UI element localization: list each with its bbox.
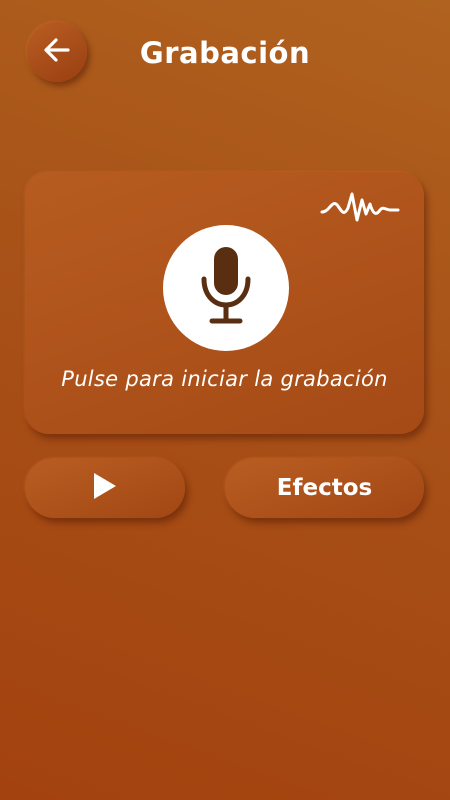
record-hint: Pulse para iniciar la grabación [61, 367, 388, 391]
microphone-icon [196, 243, 256, 334]
sound-wave-icon [320, 186, 400, 231]
record-panel[interactable]: Pulse para iniciar la grabación [25, 172, 424, 434]
page-title: Grabación [139, 36, 311, 70]
record-button[interactable] [163, 225, 289, 351]
app-header: Grabación [0, 0, 450, 110]
play-button[interactable] [25, 458, 185, 518]
effects-button[interactable]: Efectos [225, 458, 424, 518]
effects-label: Efectos [276, 475, 373, 501]
play-icon [92, 471, 118, 506]
